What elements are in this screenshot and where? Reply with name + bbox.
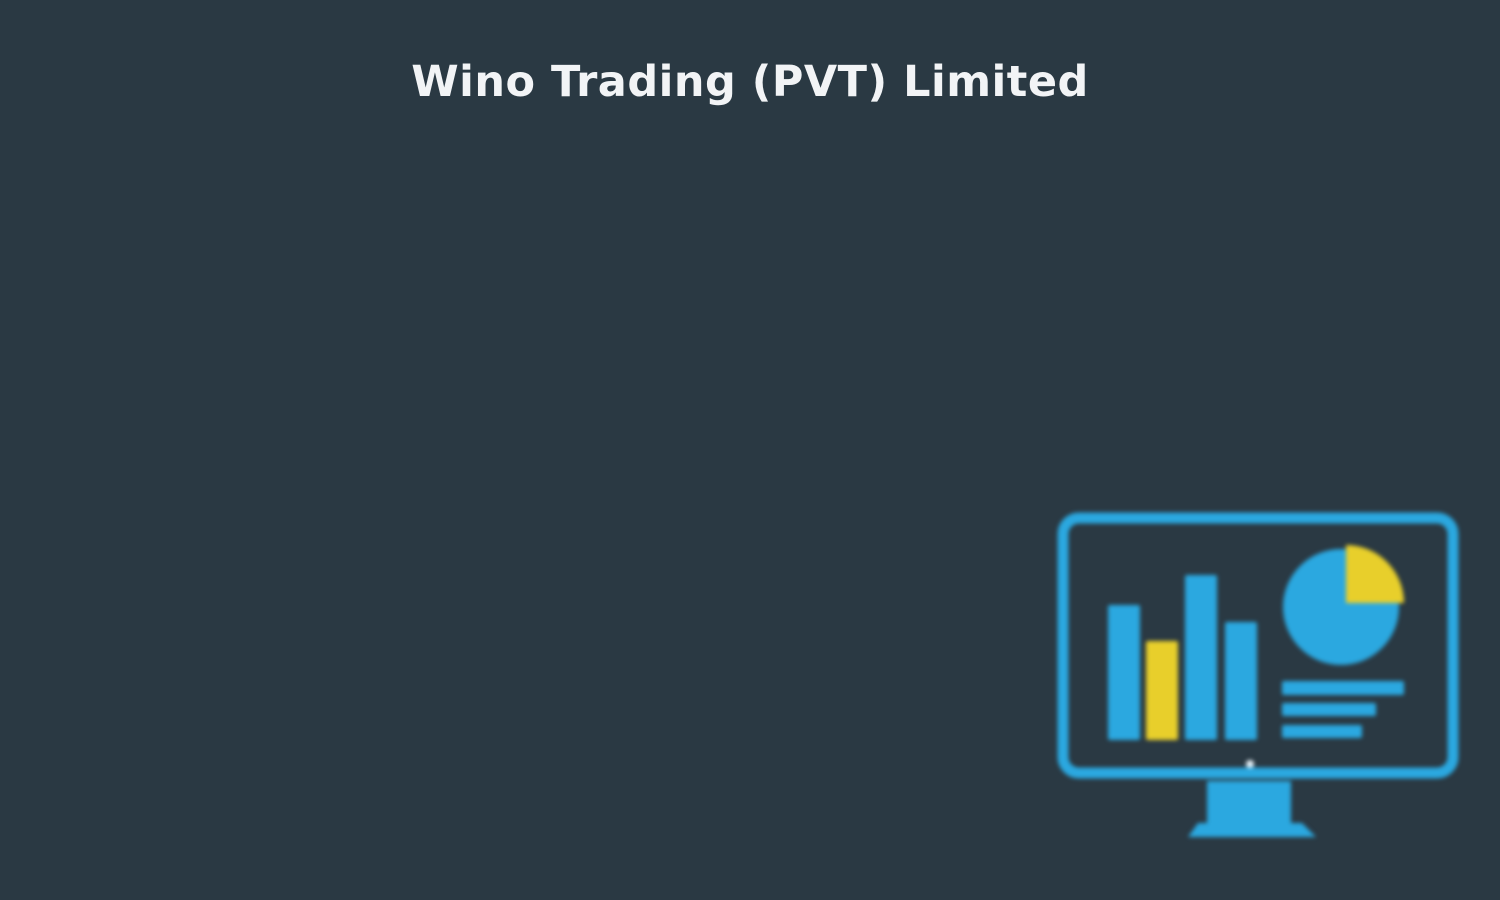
legend-line-2 <box>1282 703 1376 716</box>
chart-bar-3 <box>1185 575 1217 740</box>
power-indicator-icon <box>1246 760 1254 768</box>
legend-line-3 <box>1282 725 1362 738</box>
splash-screen: Wino Trading (PVT) Limited <box>0 0 1500 900</box>
monitor-base <box>1188 823 1316 837</box>
chart-bar-4 <box>1225 622 1257 740</box>
legend-line-1 <box>1282 681 1404 695</box>
chart-bar-1 <box>1108 605 1140 740</box>
chart-bar-2 <box>1146 641 1178 740</box>
monitor-stand <box>1207 781 1291 823</box>
monitor-dashboard-icon <box>1057 512 1459 837</box>
company-title: Wino Trading (PVT) Limited <box>411 57 1089 107</box>
pie-slice <box>1346 545 1404 603</box>
monitor-dashboard-illustration <box>1050 505 1470 850</box>
